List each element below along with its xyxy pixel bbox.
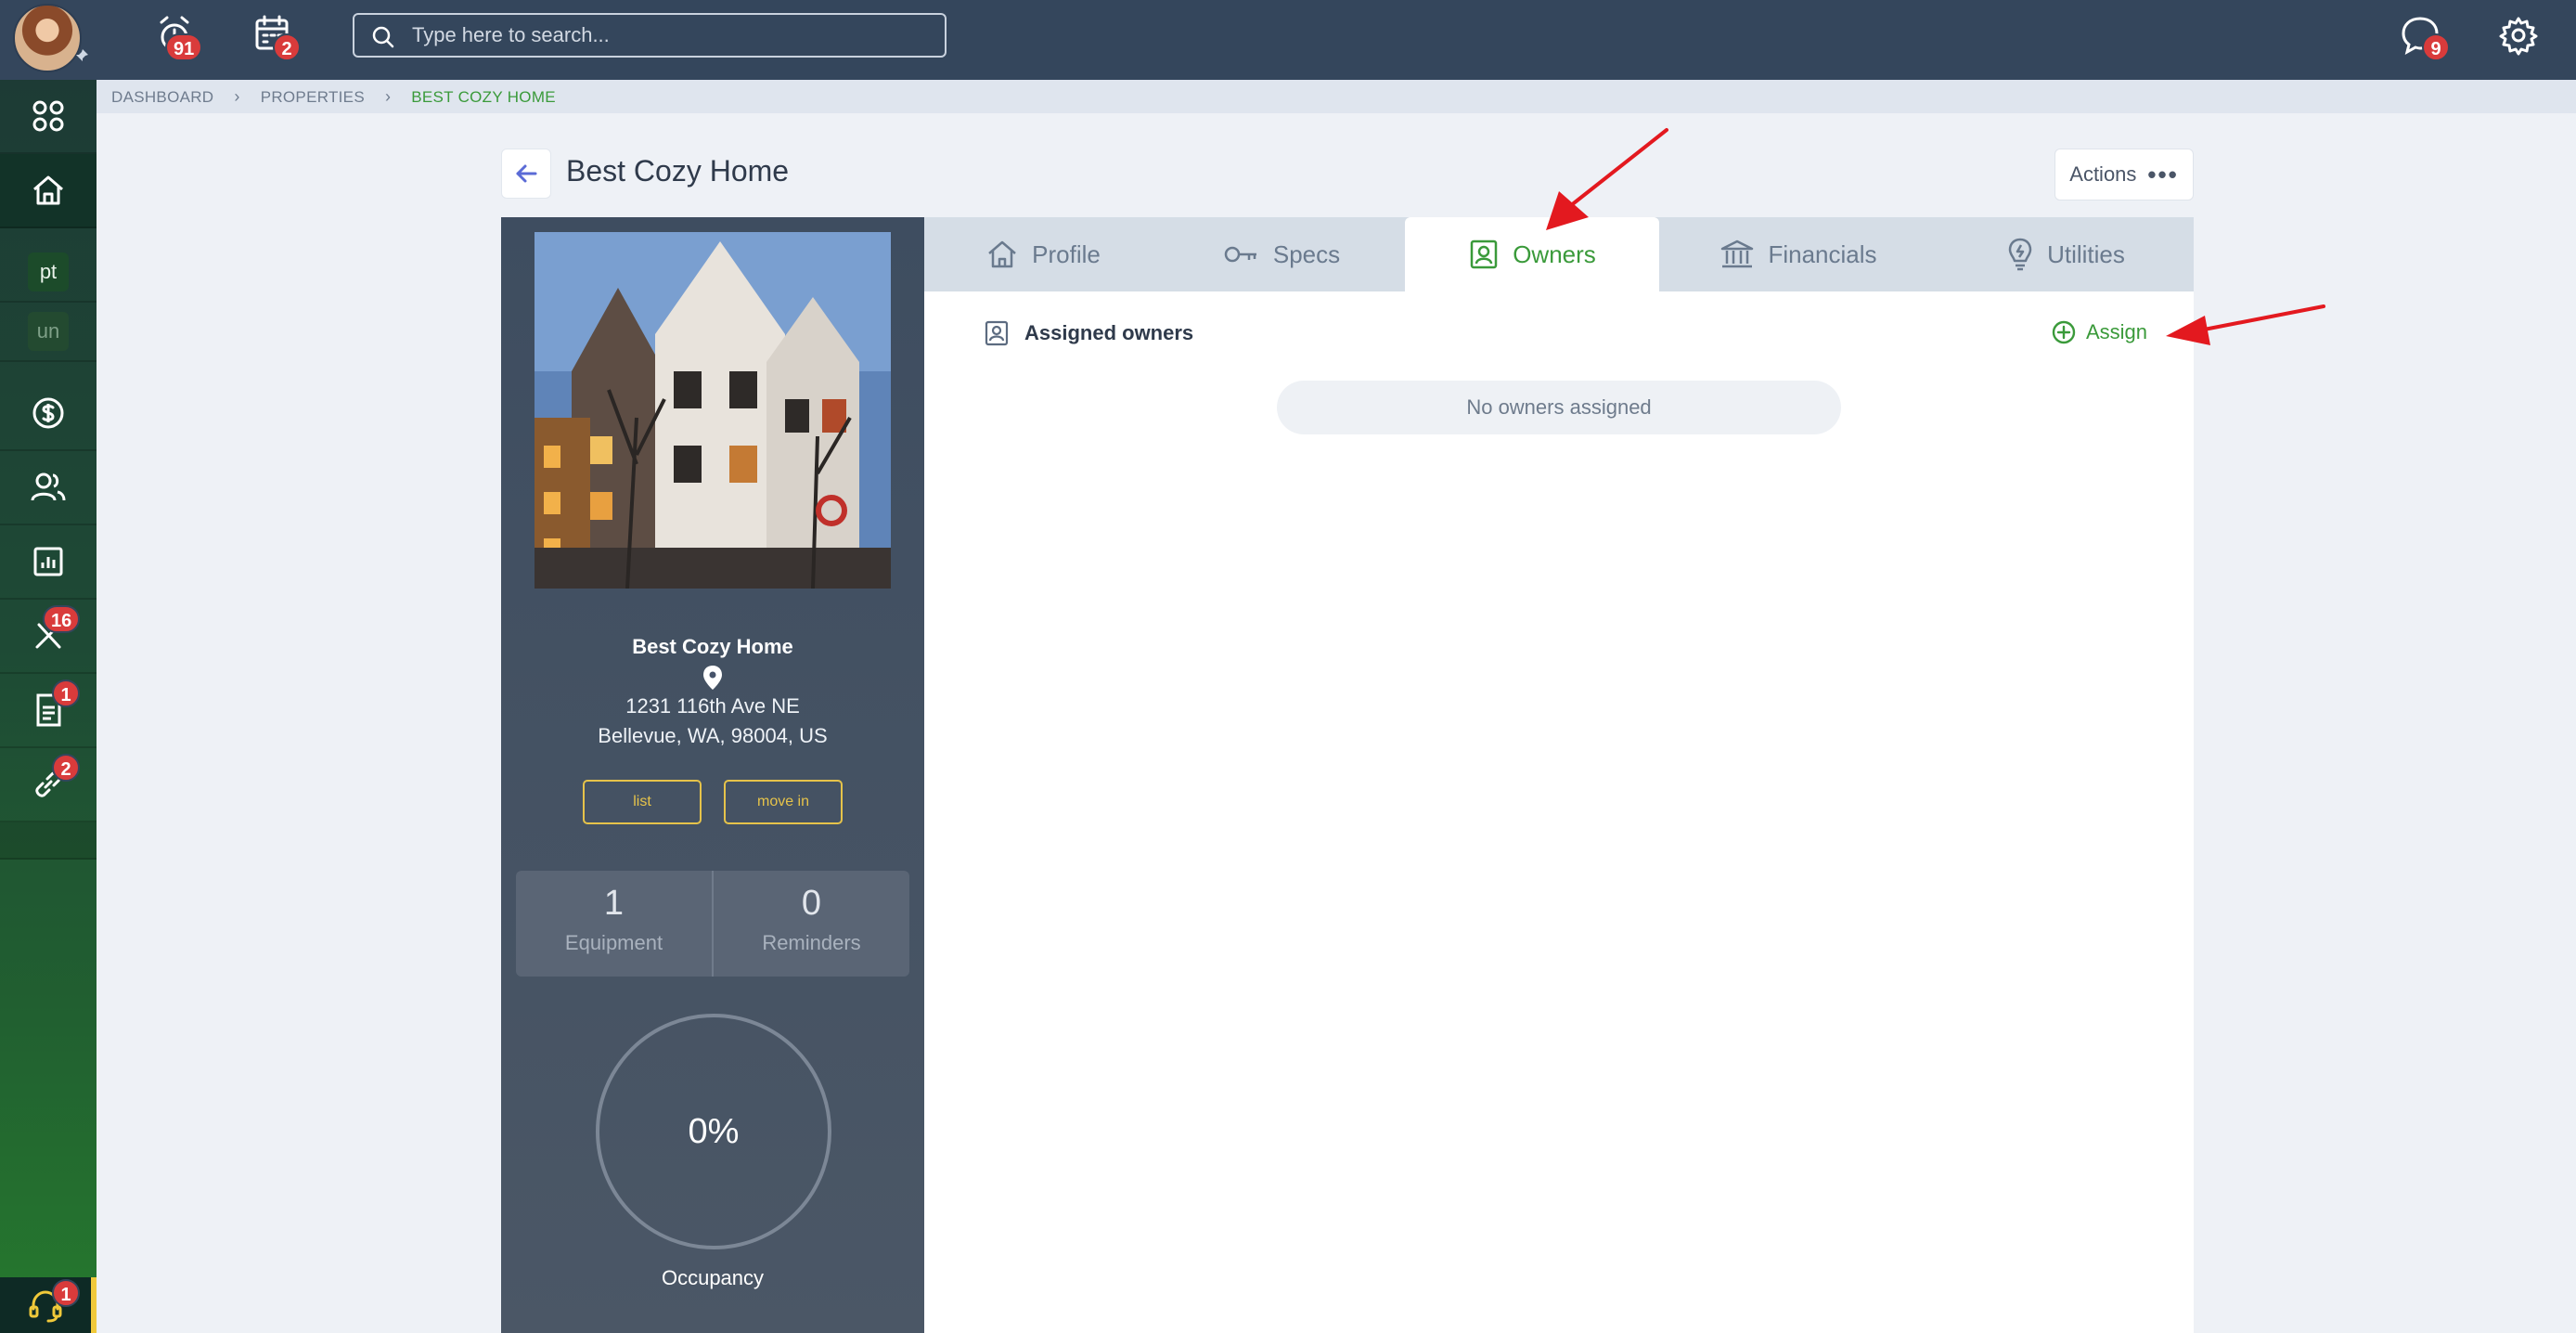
annotation-arrow <box>1546 128 1668 230</box>
more-dots-icon: ••• <box>2147 161 2179 188</box>
search-box[interactable] <box>353 13 947 58</box>
sidebar-item-financials[interactable] <box>0 377 97 451</box>
breadcrumb: DASHBOARD › PROPERTIES › BEST COZY HOME <box>111 87 556 107</box>
property-stats: 1 Equipment 0 Reminders <box>516 871 909 977</box>
maintenance-badge: 16 <box>43 605 81 633</box>
reminders-stat[interactable]: 0 Reminders <box>712 871 909 977</box>
calendar-icon[interactable]: 2 <box>252 13 301 61</box>
sidebar-tag-pt: pt <box>28 252 69 291</box>
tab-owners-label: Owners <box>1513 239 1596 268</box>
assigned-owners-heading: Assigned owners <box>1024 321 1194 344</box>
bulb-icon <box>2008 238 2032 271</box>
equipment-count: 1 <box>603 884 625 923</box>
assign-owner-button[interactable]: Assign <box>2051 319 2147 345</box>
sidebar-item-maintenance[interactable]: 16 <box>0 600 97 674</box>
occupancy-label: Occupancy <box>661 1266 765 1289</box>
breadcrumb-bar: DASHBOARD › PROPERTIES › BEST COZY HOME <box>97 80 2576 113</box>
address-line1: 1231 116th Ave NE <box>625 694 800 718</box>
occupancy-value: 0% <box>688 1111 740 1151</box>
property-card: Best Cozy Home 1231 116th Ave NE Bellevu… <box>501 217 924 1333</box>
assign-label: Assign <box>2086 320 2148 343</box>
actions-label: Actions <box>2069 162 2137 186</box>
search-input[interactable] <box>412 20 932 50</box>
sidebar-item-un[interactable]: un <box>0 303 97 362</box>
property-photo <box>535 232 891 589</box>
home-icon <box>33 175 63 205</box>
owner-badge-icon <box>1470 239 1498 269</box>
support-badge: 1 <box>52 1279 80 1307</box>
top-bar: 91 2 9 <box>0 0 2576 80</box>
sidebar-spacer <box>0 822 97 860</box>
tab-financials-label: Financials <box>1768 239 1877 268</box>
actions-button[interactable]: Actions ••• <box>2054 149 2194 201</box>
list-button[interactable]: list <box>583 780 702 824</box>
empty-state-message: No owners assigned <box>1277 381 1841 434</box>
search-icon <box>372 26 394 48</box>
user-avatar[interactable] <box>13 4 82 72</box>
sidebar-item-reports[interactable] <box>0 525 97 600</box>
breadcrumb-properties[interactable]: PROPERTIES <box>261 88 365 107</box>
move-in-button[interactable]: move in <box>724 780 843 824</box>
sidebar-item-apps[interactable] <box>0 80 97 154</box>
tab-utilities-label: Utilities <box>2047 239 2125 268</box>
property-name: Best Cozy Home <box>632 635 793 658</box>
messages-icon[interactable]: 9 <box>2398 13 2450 61</box>
sidebar-item-home[interactable] <box>0 154 97 228</box>
breadcrumb-current: BEST COZY HOME <box>411 87 556 106</box>
bank-icon <box>1721 239 1754 268</box>
assigned-owners-header: Assigned owners <box>984 319 1193 347</box>
sidebar-item-links[interactable]: 2 <box>0 748 97 822</box>
people-icon <box>31 472 66 501</box>
tab-specs-label: Specs <box>1272 239 1341 268</box>
tab-utilities[interactable]: Utilities <box>1938 217 2194 291</box>
reminders-label: Reminders <box>762 931 861 954</box>
annotation-arrow <box>2166 304 2325 345</box>
back-button[interactable] <box>501 149 551 199</box>
alarm-icon[interactable]: 91 <box>154 13 203 61</box>
plus-circle-icon <box>2052 320 2076 344</box>
home-outline-icon <box>988 240 1016 268</box>
occupancy-ring: 0% <box>596 1014 831 1249</box>
address-line2: Bellevue, WA, 98004, US <box>598 724 828 747</box>
reminders-count: 0 <box>801 884 822 923</box>
owner-badge-icon <box>985 320 1009 346</box>
sidebar-tag-un: un <box>28 312 69 351</box>
arrow-left-icon <box>516 164 537 183</box>
equipment-stat[interactable]: 1 Equipment <box>516 871 712 977</box>
tab-profile-label: Profile <box>1032 239 1101 268</box>
apps-grid-icon <box>32 100 64 132</box>
breadcrumb-dashboard[interactable]: DASHBOARD <box>111 88 213 107</box>
pin-icon <box>74 48 91 65</box>
page-title: Best Cozy Home <box>566 154 790 188</box>
tab-specs[interactable]: Specs <box>1162 217 1401 291</box>
messages-badge: 9 <box>2422 33 2450 61</box>
sidebar-item-people[interactable] <box>0 451 97 525</box>
key-icon <box>1224 246 1256 263</box>
links-badge: 2 <box>52 754 80 782</box>
tab-financials[interactable]: Financials <box>1659 217 1938 291</box>
location-pin-icon <box>702 665 724 691</box>
sidebar-item-documents[interactable]: 1 <box>0 674 97 748</box>
dollar-icon <box>32 397 64 429</box>
gear-icon[interactable] <box>2496 13 2541 58</box>
sidebar: pt un 16 1 2 1 <box>0 80 97 1333</box>
equipment-label: Equipment <box>564 931 663 954</box>
tab-profile[interactable]: Profile <box>924 217 1162 291</box>
calendar-badge: 2 <box>273 33 301 61</box>
alerts-badge: 91 <box>165 33 203 61</box>
sidebar-item-support[interactable]: 1 <box>0 1277 97 1333</box>
chevron-right-icon: › <box>384 87 392 106</box>
documents-badge: 1 <box>52 679 80 707</box>
sidebar-item-pt[interactable]: pt <box>0 243 97 303</box>
report-chart-icon <box>33 547 63 576</box>
owners-panel: Assigned owners Assign No owners assigne… <box>924 291 2194 1333</box>
chevron-right-icon: › <box>234 87 240 106</box>
